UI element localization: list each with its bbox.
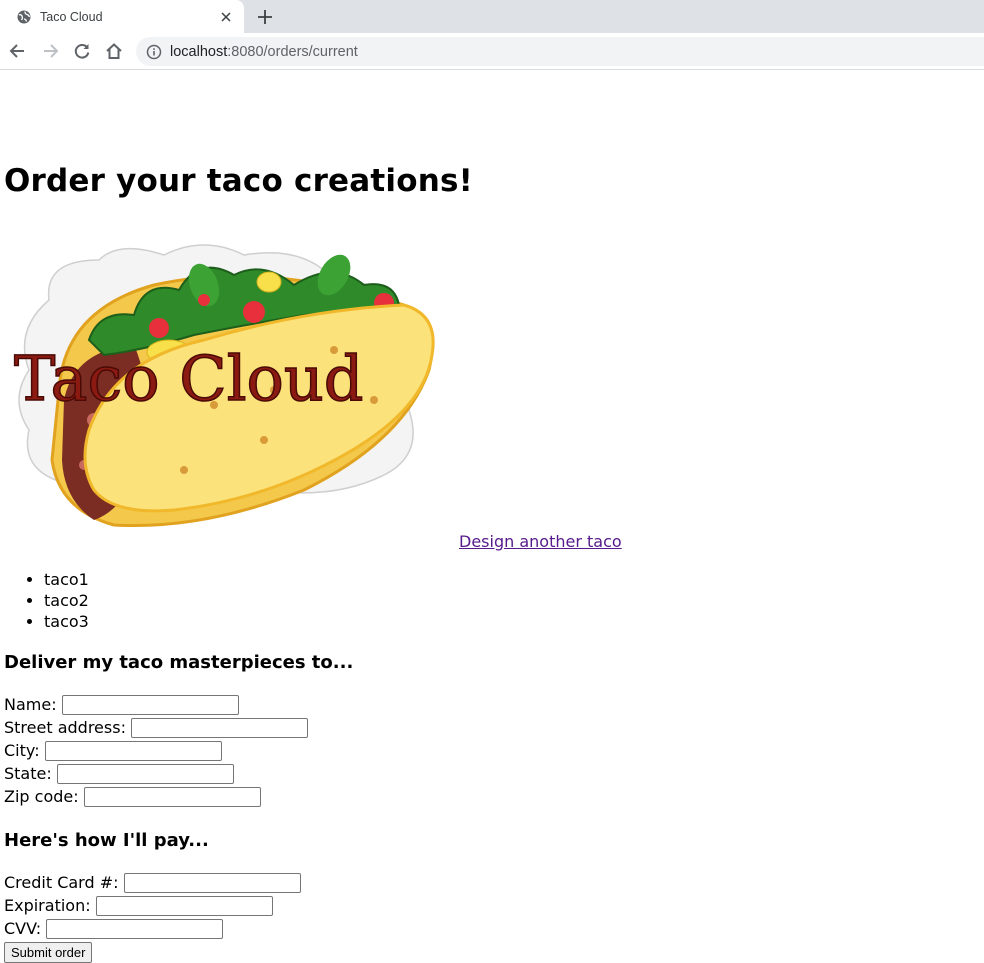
close-icon[interactable] <box>218 9 234 25</box>
expiration-row: Expiration: <box>4 894 273 917</box>
tab-strip: Taco Cloud <box>0 0 984 33</box>
design-another-taco-link[interactable]: Design another taco <box>459 532 622 551</box>
browser-tab[interactable]: Taco Cloud <box>0 0 244 33</box>
state-field[interactable] <box>56 763 234 784</box>
zip-label: Zip code: <box>4 787 79 806</box>
reload-icon[interactable] <box>72 41 92 61</box>
taco-cloud-logo: Taco Cloud <box>13 244 435 528</box>
name-label: Name: <box>4 695 57 714</box>
payment-heading: Here's how I'll pay... <box>4 830 209 851</box>
zip-field[interactable] <box>83 786 261 807</box>
logo-text: Taco Cloud <box>14 342 363 415</box>
plus-icon[interactable] <box>256 8 274 26</box>
back-arrow-icon[interactable] <box>8 41 28 61</box>
zip-row: Zip code: <box>4 785 261 808</box>
url-host: localhost <box>170 43 228 60</box>
cc-row: Credit Card #: <box>4 871 301 894</box>
cc-label: Credit Card #: <box>4 873 119 892</box>
expiration-label: Expiration: <box>4 896 91 915</box>
url-path: :8080/orders/current <box>227 43 358 60</box>
list-item: taco1 <box>44 569 89 590</box>
globe-icon <box>17 10 31 23</box>
browser-toolbar: localhost:8080/orders/current <box>0 33 984 70</box>
submit-order-button[interactable]: Submit order <box>4 942 93 963</box>
info-icon[interactable] <box>146 44 162 60</box>
forward-arrow-icon[interactable] <box>40 41 60 61</box>
cvv-field[interactable] <box>46 918 224 939</box>
state-row: State: <box>4 762 234 785</box>
name-field[interactable] <box>61 694 239 715</box>
street-label: Street address: <box>4 718 126 737</box>
city-row: City: <box>4 739 222 762</box>
state-label: State: <box>4 764 52 783</box>
expiration-field[interactable] <box>95 895 273 916</box>
deliver-heading: Deliver my taco masterpieces to... <box>4 652 354 673</box>
address-bar[interactable]: localhost:8080/orders/current <box>136 37 984 66</box>
cvv-row: CVV: <box>4 917 224 940</box>
name-row: Name: <box>4 693 239 716</box>
city-label: City: <box>4 741 40 760</box>
list-item: taco2 <box>44 590 89 611</box>
taco-list: taco1 taco2 taco3 <box>4 569 89 632</box>
street-field[interactable] <box>130 717 308 738</box>
page-title: Order your taco creations! <box>4 163 474 199</box>
list-item: taco3 <box>44 611 89 632</box>
cvv-label: CVV: <box>4 919 42 938</box>
credit-card-field[interactable] <box>123 872 301 893</box>
city-field[interactable] <box>44 740 222 761</box>
home-icon[interactable] <box>104 41 124 61</box>
tab-title: Taco Cloud <box>40 9 103 24</box>
street-row: Street address: <box>4 716 308 739</box>
